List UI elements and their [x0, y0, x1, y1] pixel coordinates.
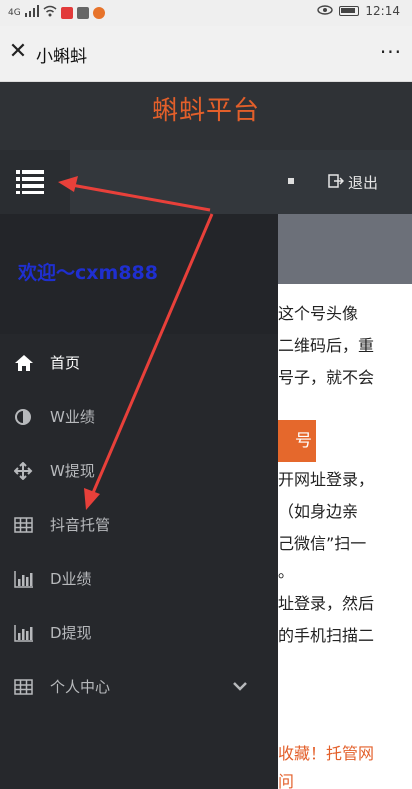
- action-button[interactable]: 号: [278, 420, 316, 462]
- content-orange-line: 收藏！托管网: [278, 744, 375, 763]
- content-line: 二维码后，重: [278, 336, 375, 355]
- sidebar-item-personal-center[interactable]: 个人中心: [0, 660, 278, 714]
- signal-label: 4G: [8, 7, 21, 18]
- nav-dot: [288, 178, 294, 184]
- content-line: 址登录，然后: [278, 594, 375, 613]
- chevron-down-icon[interactable]: [232, 678, 248, 694]
- home-icon: [14, 354, 34, 372]
- sidebar-item-label: 抖音托管: [50, 516, 111, 534]
- page-header: 蝌蚪平台: [0, 82, 412, 150]
- notification-icon: [60, 6, 73, 19]
- clock: 12:14: [365, 4, 400, 18]
- sidebar-item-label: 个人中心: [50, 678, 111, 696]
- title-bar: ✕ 小蝌蚪 ···: [0, 26, 412, 82]
- content-line: 开网址登录，: [278, 470, 375, 489]
- sidebar-item-douyin-hosting[interactable]: 抖音托管: [0, 498, 278, 552]
- sidebar-item-label: D业绩: [50, 570, 92, 588]
- signal-icon: [24, 5, 39, 20]
- content-line: 这个号头像: [278, 304, 359, 323]
- wifi-icon: [43, 5, 57, 20]
- sidebar-item-label: W业绩: [50, 408, 95, 426]
- sidebar-item-home[interactable]: 首页: [0, 336, 278, 390]
- app-icon: [92, 6, 105, 19]
- logout-label: 退出: [348, 174, 379, 192]
- menu-toggle-icon[interactable]: [14, 166, 46, 196]
- bar-chart-icon: [14, 624, 34, 642]
- main-content: 这个号头像 二维码后，重 号子，就不会 号 开网址登录， （如身边亲 己微信”扫…: [278, 214, 412, 789]
- table-icon: [14, 678, 34, 696]
- window-title: 小蝌蚪: [36, 47, 87, 67]
- status-bar: 4G 12:14: [0, 0, 412, 26]
- top-nav: 退出: [0, 150, 412, 214]
- content-orange-line: 问: [278, 772, 295, 789]
- content-line: 。: [278, 562, 295, 581]
- table-icon: [14, 516, 34, 534]
- content-line: 的手机扫描二: [278, 626, 375, 645]
- battery-icon: [339, 6, 360, 16]
- sidebar-item-w-performance[interactable]: W业绩: [0, 390, 278, 444]
- content-top-band: [278, 214, 412, 284]
- logout-button[interactable]: 退出: [328, 172, 378, 193]
- sidebar-item-label: D提现: [50, 624, 92, 642]
- sidebar-item-d-performance[interactable]: D业绩: [0, 552, 278, 606]
- nav-right-area: 退出: [70, 150, 412, 214]
- sidebar: 欢迎～cxm888 首页 W业绩 W提现 抖音托管 D业绩 D提现 个人中心: [0, 214, 278, 789]
- sidebar-item-label: W提现: [50, 462, 95, 480]
- sidebar-item-d-withdraw[interactable]: D提现: [0, 606, 278, 660]
- welcome-text: 欢迎～cxm888: [18, 262, 158, 284]
- status-icons: 4G: [8, 5, 105, 20]
- close-icon[interactable]: ✕: [6, 40, 30, 64]
- eye-icon: [317, 4, 334, 18]
- content-line: 己微信”扫一: [278, 534, 367, 553]
- content-line: （如身边亲: [278, 502, 359, 521]
- move-arrows-icon: [13, 461, 34, 481]
- bar-chart-icon: [14, 570, 34, 588]
- half-circle-icon: [14, 408, 34, 426]
- logout-icon: [328, 173, 345, 192]
- status-right: 12:14: [317, 4, 400, 18]
- sidebar-item-w-withdraw[interactable]: W提现: [0, 444, 278, 498]
- sidebar-item-label: 首页: [50, 354, 81, 372]
- welcome-box: 欢迎～cxm888: [0, 214, 278, 334]
- more-menu-icon[interactable]: ···: [380, 40, 402, 64]
- image-icon: [76, 6, 89, 19]
- platform-title: 蝌蚪平台: [151, 96, 260, 126]
- content-line: 号子，就不会: [278, 368, 375, 387]
